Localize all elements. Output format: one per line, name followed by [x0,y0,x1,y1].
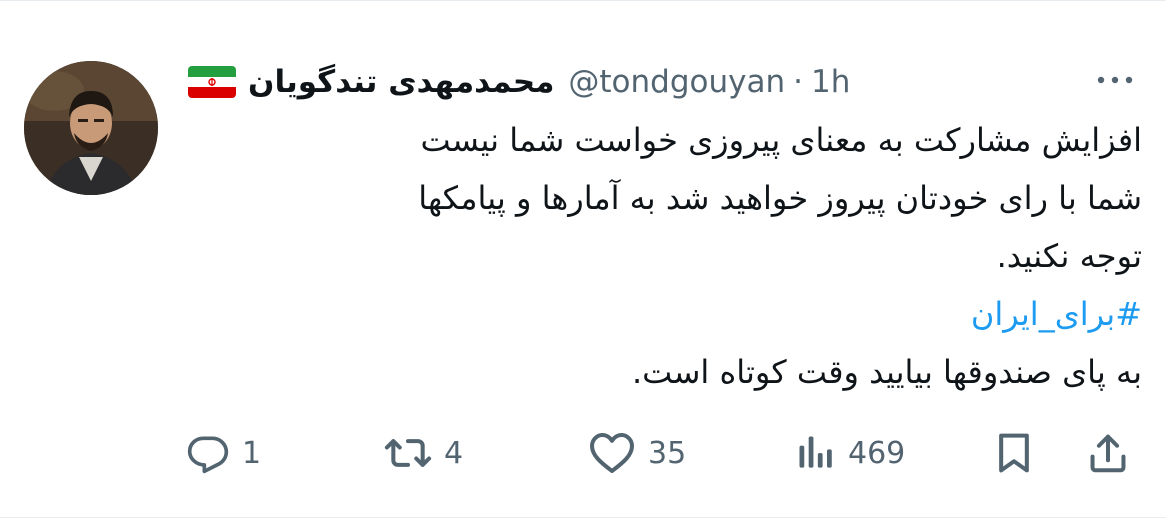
more-options-icon[interactable] [1093,65,1137,95]
timestamp[interactable]: 1h [811,64,850,100]
action-bar: 1 4 35 469 [186,425,1136,481]
reply-button[interactable]: 1 [186,425,261,481]
bookmark-button[interactable] [994,425,1034,481]
retweet-count: 4 [444,435,464,471]
like-count: 35 [648,435,687,471]
reply-count: 1 [242,435,262,471]
bookmark-icon [994,431,1034,475]
tweet-header: محمدمهدی تندگویان @tondgouyan · 1h [188,57,1148,107]
tweet-text-line: به پای صندوقها بیایید وقت کوتاه است. [632,353,1142,391]
views-button[interactable]: 469 [796,425,905,481]
views-count: 469 [848,435,906,471]
like-icon [588,431,636,475]
tweet-text-line: شما با رای خودتان پیروز خواهید شد به آما… [418,179,1142,217]
avatar[interactable] [24,61,158,195]
share-icon [1088,431,1128,475]
reply-icon [186,431,230,475]
hashtag-link[interactable]: #برای_ایران [170,285,1142,343]
iran-flag-icon [188,66,236,98]
tweet-card[interactable]: محمدمهدی تندگویان @tondgouyan · 1h افزای… [0,0,1166,518]
share-button[interactable] [1088,425,1128,481]
tweet-text-line: افزایش مشارکت به معنای پیروزی خواست شما … [420,121,1142,159]
separator-dot: · [793,64,803,100]
display-name[interactable]: محمدمهدی تندگویان [248,64,554,100]
retweet-icon [384,431,432,475]
tweet-text-line: توجه نکنید. [996,237,1142,275]
user-handle[interactable]: @tondgouyan [568,64,785,100]
retweet-button[interactable]: 4 [384,425,463,481]
views-icon [796,431,836,475]
tweet-text: افزایش مشارکت به معنای پیروزی خواست شما … [170,111,1142,401]
like-button[interactable]: 35 [588,425,686,481]
